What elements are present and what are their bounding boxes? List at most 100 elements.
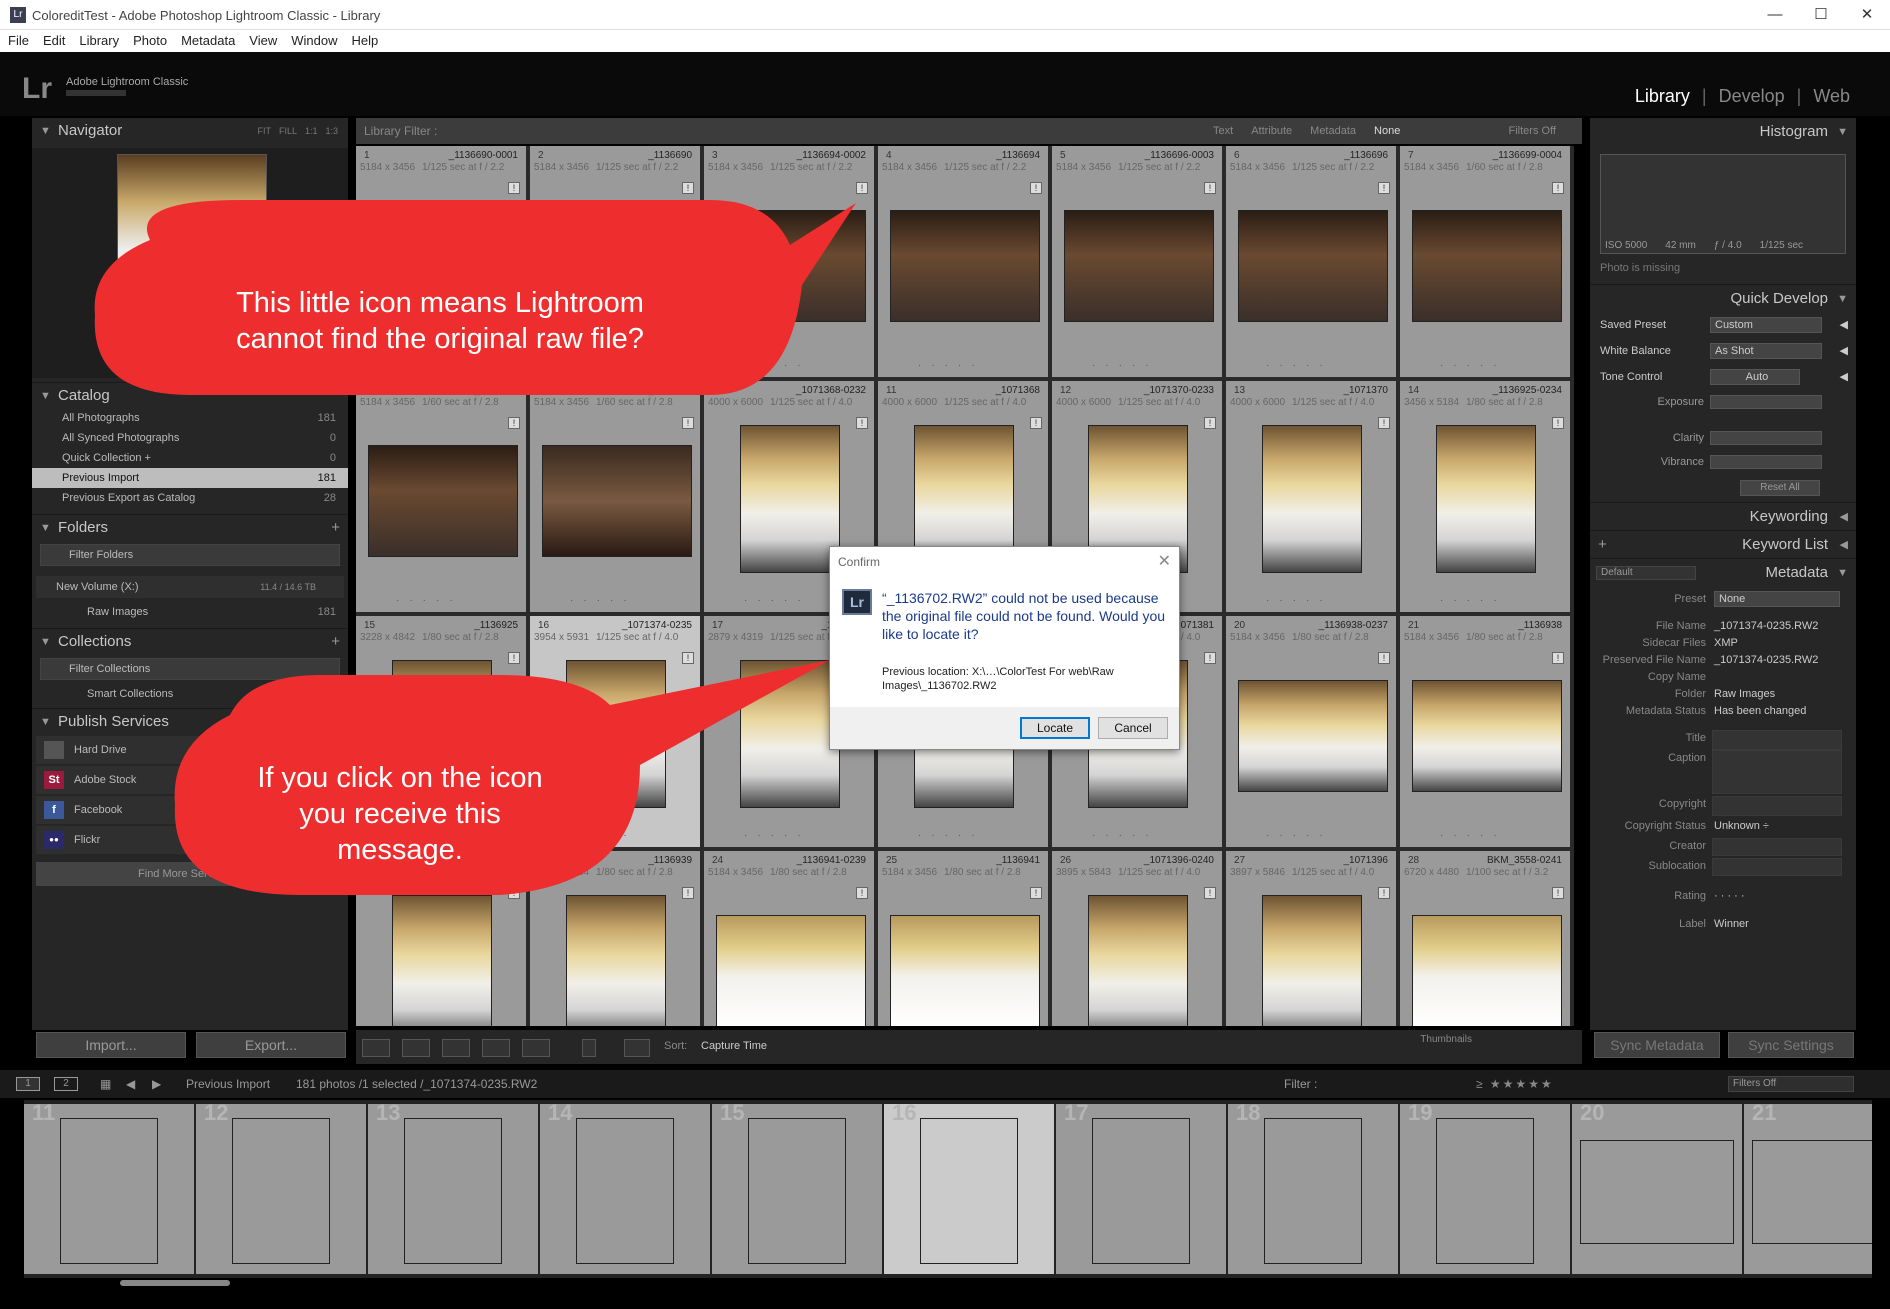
filmstrip-cell[interactable]: 17 <box>1056 1100 1226 1274</box>
filmstrip-cell[interactable]: 21 <box>1744 1100 1872 1274</box>
label-field[interactable]: Winner <box>1714 916 1749 933</box>
second-monitor-button[interactable]: 2 <box>54 1077 78 1091</box>
saved-preset-dropdown[interactable]: Custom <box>1710 317 1822 333</box>
metadata-preset-set-dropdown[interactable]: Default <box>1596 566 1696 580</box>
vibrance-buttons[interactable] <box>1710 455 1822 469</box>
add-keyword-icon[interactable]: + <box>1598 531 1607 559</box>
grid-cell[interactable]: 26 _1071396-0240 3895 x 5843 1/125 sec at f… <box>1052 851 1224 1026</box>
module-library[interactable]: Library <box>1623 86 1702 106</box>
missing-file-icon[interactable]: ! <box>1204 652 1216 664</box>
filmstrip-thumbnail[interactable] <box>1580 1140 1734 1244</box>
missing-file-icon[interactable]: ! <box>1378 182 1390 194</box>
grid-cell[interactable]: 5 _1136696-0003 5184 x 3456 1/125 sec at f … <box>1052 146 1224 379</box>
rating-dots[interactable]: ····· <box>1092 830 1159 841</box>
catalog-item[interactable]: Previous Export as Catalog 28 <box>32 488 348 508</box>
keyword-list-header[interactable]: + Keyword List ◀ <box>1590 530 1856 558</box>
module-develop[interactable]: Develop <box>1707 86 1797 106</box>
missing-file-icon[interactable]: ! <box>508 182 520 194</box>
forward-arrow-icon[interactable]: ▶ <box>152 1070 161 1098</box>
photo-thumbnail[interactable] <box>1238 680 1388 792</box>
menu-view[interactable]: View <box>241 30 283 48</box>
menu-photo[interactable]: Photo <box>125 30 173 48</box>
missing-file-icon[interactable]: ! <box>1378 417 1390 429</box>
filmstrip-cell[interactable]: 12 <box>196 1100 366 1274</box>
volume-row[interactable]: New Volume (X:) 11.4 / 14.6 TB <box>36 576 344 598</box>
sync-metadata-button[interactable]: Sync Metadata <box>1594 1032 1720 1058</box>
compare-view-icon[interactable] <box>442 1039 470 1057</box>
grid-cell[interactable]: 20 _1136938-0237 5184 x 3456 1/80 sec at f … <box>1226 616 1398 849</box>
grid-cell[interactable]: 28 BKM_3558-0241 6720 x 4480 1/100 sec at f… <box>1400 851 1572 1026</box>
main-monitor-button[interactable]: 1 <box>16 1077 40 1091</box>
rating-dots[interactable]: ····· <box>1092 360 1159 371</box>
import-button[interactable]: Import... <box>36 1032 186 1058</box>
spray-can-icon[interactable] <box>582 1039 596 1057</box>
missing-file-icon[interactable]: ! <box>1552 417 1564 429</box>
filter-tab-text[interactable]: Text <box>1204 125 1242 137</box>
missing-file-icon[interactable]: ! <box>1552 652 1564 664</box>
catalog-item[interactable]: All Photographs 181 <box>32 408 348 428</box>
photo-thumbnail[interactable] <box>740 425 840 573</box>
rating-dots[interactable]: ····· <box>1440 595 1507 606</box>
people-view-icon[interactable] <box>522 1039 550 1057</box>
grid-cell[interactable]: 7 _1136699-0004 5184 x 3456 1/60 sec at f /… <box>1400 146 1572 379</box>
menu-window[interactable]: Window <box>283 30 343 48</box>
grid-cell[interactable]: 25 _1136941 5184 x 3456 1/80 sec at f / 2.8… <box>878 851 1050 1026</box>
histogram-header[interactable]: Histogram ▼ <box>1590 118 1856 146</box>
rating-dots[interactable]: ····· <box>1440 830 1507 841</box>
catalog-item[interactable]: All Synced Photographs 0 <box>32 428 348 448</box>
title-field[interactable] <box>1712 730 1842 750</box>
metadata-value[interactable]: _1071374-0235.RW2 <box>1714 618 1818 635</box>
grid-cell[interactable]: 4 _1136694 5184 x 3456 1/125 sec at f / 2.2… <box>878 146 1050 379</box>
filters-off-dropdown[interactable]: Filters Off <box>1509 118 1556 144</box>
photo-thumbnail[interactable] <box>1436 425 1536 573</box>
rating-dots[interactable]: ····· <box>1266 830 1333 841</box>
dialog-close-icon[interactable]: ✕ <box>1158 551 1171 571</box>
sort-dropdown[interactable]: Capture Time <box>701 1040 767 1052</box>
rating-dots[interactable]: ····· <box>918 360 985 371</box>
survey-view-icon[interactable] <box>482 1039 510 1057</box>
caption-field[interactable] <box>1712 750 1842 794</box>
clarity-buttons[interactable] <box>1710 431 1822 445</box>
folder-raw-images[interactable]: Raw Images 181 <box>32 602 348 622</box>
sublocation-field[interactable] <box>1712 858 1842 876</box>
missing-file-icon[interactable]: ! <box>1030 182 1042 194</box>
white-balance-dropdown[interactable]: As Shot <box>1710 343 1822 359</box>
photo-thumbnail[interactable] <box>1262 425 1362 573</box>
photo-thumbnail[interactable] <box>566 895 666 1026</box>
metadata-value[interactable]: Raw Images <box>1714 686 1775 703</box>
loupe-view-icon[interactable] <box>402 1039 430 1057</box>
filmstrip-cell[interactable]: 11 <box>24 1100 194 1274</box>
missing-file-icon[interactable]: ! <box>682 417 694 429</box>
grid-view-icon[interactable] <box>362 1039 390 1057</box>
photo-thumbnail[interactable] <box>1412 915 1562 1026</box>
rating-dots[interactable]: ····· <box>1266 360 1333 371</box>
missing-file-icon[interactable]: ! <box>1204 887 1216 899</box>
expand-arrow-icon[interactable]: ◀ <box>1840 364 1848 390</box>
copyright-field[interactable] <box>1712 796 1842 816</box>
close-window-button[interactable]: ✕ <box>1844 0 1890 30</box>
back-arrow-icon[interactable]: ◀ <box>126 1070 135 1098</box>
missing-file-icon[interactable]: ! <box>1552 887 1564 899</box>
filter-folders-input[interactable]: Filter Folders <box>40 544 340 566</box>
filmstrip-cell[interactable]: 20 <box>1572 1100 1742 1274</box>
filmstrip-source[interactable]: Previous Import <box>186 1070 270 1098</box>
maximize-button[interactable]: ☐ <box>1798 0 1844 30</box>
photo-thumbnail[interactable] <box>1412 680 1562 792</box>
filmstrip-cell[interactable]: 16 <box>884 1100 1054 1274</box>
exposure-buttons[interactable] <box>1710 395 1822 409</box>
grid-cell[interactable]: 9_11367025184 x 34561/60 sec at f / 2.8!… <box>530 381 702 614</box>
rating-stars[interactable]: · · · · · <box>1714 888 1745 905</box>
grid-cell[interactable]: 27 _1071396 3897 x 5846 1/125 sec at f / 4.… <box>1226 851 1398 1026</box>
filmstrip-thumbnail[interactable] <box>404 1118 502 1264</box>
missing-file-icon[interactable]: ! <box>1030 887 1042 899</box>
photo-thumbnail[interactable] <box>1262 895 1362 1026</box>
filmstrip-cell[interactable]: 13 <box>368 1100 538 1274</box>
rating-dots[interactable]: ····· <box>918 830 985 841</box>
quick-develop-header[interactable]: Quick Develop ▼ <box>1590 284 1856 312</box>
filmstrip-scrollbar[interactable] <box>120 1280 230 1286</box>
zoom-fill[interactable]: FILL <box>275 126 301 136</box>
reset-all-button[interactable]: Reset All <box>1740 480 1820 496</box>
add-folder-icon[interactable]: + <box>331 515 340 541</box>
filmstrip-thumbnail[interactable] <box>1436 1118 1534 1264</box>
filmstrip-thumbnail[interactable] <box>1752 1140 1872 1244</box>
